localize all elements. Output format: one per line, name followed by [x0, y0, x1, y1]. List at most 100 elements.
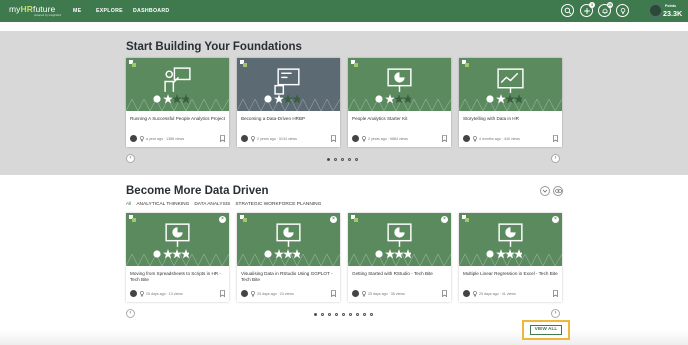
bookmark-icon[interactable]	[220, 290, 225, 297]
carousel-next-arrow[interactable]: ›	[551, 154, 560, 163]
carousel-dot[interactable]	[349, 313, 352, 316]
card-meta-text: 25 days ago · 36 views	[368, 292, 405, 296]
author-avatar	[130, 290, 137, 297]
card-title[interactable]: Moving from Spreadsheets to Scripts in H…	[130, 271, 225, 283]
card-meta: 25 days ago · 24 views	[241, 290, 336, 298]
card-meta-text: a year ago · 1386 views	[146, 137, 185, 141]
content-type-icon	[129, 215, 136, 222]
content-card[interactable]: × Getting Started with RStudio - Tech Bit…	[348, 213, 451, 302]
lightbulb-icon	[362, 136, 366, 142]
card-thumbnail: ×	[348, 213, 451, 266]
card-title[interactable]: Storytelling with Data in HR	[463, 116, 558, 122]
help-lightbulb-icon[interactable]	[616, 4, 629, 17]
carousel-dot[interactable]	[321, 313, 324, 316]
card-title[interactable]: Getting Started with RStudio - Tech Bite	[352, 271, 447, 277]
view-all-button[interactable]: VIEW ALL	[530, 325, 562, 335]
carousel2-prev-arrow[interactable]: ‹	[126, 309, 135, 318]
content-card[interactable]: × Visualising Data in RStudio Using GGPLO…	[237, 213, 340, 302]
content-type-icon	[351, 60, 358, 67]
bottom-shade	[0, 330, 688, 345]
lightbulb-icon	[251, 291, 255, 297]
nav-me[interactable]: ME	[73, 8, 81, 14]
bookmark-icon[interactable]	[331, 135, 336, 142]
card-title[interactable]: Multiple Linear Regression in Excel - Te…	[463, 271, 558, 277]
nav-dashboard[interactable]: DASHBOARD	[133, 8, 169, 14]
carousel-dots	[327, 158, 358, 161]
dismiss-icon[interactable]: ×	[330, 216, 337, 223]
bookmark-icon[interactable]	[442, 290, 447, 297]
logo[interactable]: myHRfuture powered by insight222	[9, 4, 61, 17]
bookmark-icon[interactable]	[220, 135, 225, 142]
carousel-dot[interactable]	[342, 313, 345, 316]
collapse-chevron-icon[interactable]	[540, 186, 550, 196]
eye-icon[interactable]	[553, 186, 563, 196]
author-avatar	[463, 290, 470, 297]
notification-bell-icon[interactable]: 20	[598, 2, 613, 17]
carousel-dot[interactable]	[334, 158, 337, 161]
card-title[interactable]: Running A Successful People Analytics Pr…	[130, 116, 225, 122]
card-meta-text: 2 years ago · 5134 views	[257, 137, 297, 141]
points-value: 23.3K	[663, 9, 683, 18]
filter-tabs: All ANALYTICAL THINKING DATA ANALYSIS ST…	[126, 202, 321, 207]
card-thumbnail: ×	[459, 213, 562, 266]
carousel-dot[interactable]	[355, 158, 358, 161]
card-meta: a year ago · 1386 views	[130, 135, 225, 143]
content-card[interactable]: × Moving from Spreadsheets to Scripts in …	[126, 213, 229, 302]
carousel-dot[interactable]	[348, 158, 351, 161]
carousel-prev-arrow[interactable]: ‹	[126, 154, 135, 163]
dismiss-icon[interactable]: ×	[552, 216, 559, 223]
author-avatar	[241, 290, 248, 297]
content-card[interactable]: × Multiple Linear Regression in Excel - T…	[459, 213, 562, 302]
bookmark-icon[interactable]	[553, 135, 558, 142]
dismiss-icon[interactable]: ×	[441, 216, 448, 223]
carousel-dot[interactable]	[327, 158, 330, 161]
content-type-icon	[351, 215, 358, 222]
card-title[interactable]: People Analytics Starter Kit	[352, 116, 447, 122]
carousel-dot[interactable]	[341, 158, 344, 161]
tab-data-analysis[interactable]: DATA ANALYSIS	[194, 202, 230, 207]
carousel-dot[interactable]	[314, 313, 317, 316]
content-card[interactable]: People Analytics Starter Kit 2 years ago …	[348, 58, 451, 147]
user-avatar[interactable]	[649, 4, 662, 17]
card-meta-text: 4 months ago · 440 views	[479, 137, 520, 141]
carousel2-dots	[314, 313, 373, 316]
carousel-dot[interactable]	[356, 313, 359, 316]
nav-explore[interactable]: EXPLORE	[96, 8, 123, 14]
section-title-data-driven: Become More Data Driven	[126, 185, 269, 197]
carousel2-next-arrow[interactable]: ›	[551, 309, 560, 318]
content-card[interactable]: Storytelling with Data in HR 4 months ago…	[459, 58, 562, 147]
card-thumbnail: ×	[126, 213, 229, 266]
dismiss-icon[interactable]: ×	[219, 216, 226, 223]
bookmark-icon[interactable]	[442, 135, 447, 142]
search-icon[interactable]	[561, 4, 574, 17]
content-type-icon	[462, 60, 469, 67]
carousel-dot[interactable]	[335, 313, 338, 316]
card-title[interactable]: Visualising Data in RStudio Using GGPLOT…	[241, 271, 336, 283]
author-avatar	[352, 135, 359, 142]
bookmark-icon[interactable]	[331, 290, 336, 297]
lightbulb-icon	[140, 136, 144, 142]
card-meta-text: 25 days ago · 13 views	[146, 292, 183, 296]
tab-analytical-thinking[interactable]: ANALYTICAL THINKING	[136, 202, 189, 207]
add-badge: 3	[589, 2, 595, 8]
card-meta: 25 days ago · 13 views	[130, 290, 225, 298]
card-meta: 25 days ago · 36 views	[352, 290, 447, 298]
card-thumbnail	[126, 58, 229, 111]
content-type-icon	[240, 215, 247, 222]
foundations-section	[0, 31, 688, 175]
bookmark-icon[interactable]	[553, 290, 558, 297]
tab-strategic-workforce-planning[interactable]: STRATEGIC WORKFORCE PLANNING	[235, 202, 321, 207]
content-card[interactable]: Becoming a Data-Driven HRBP 2 years ago ·…	[237, 58, 340, 147]
content-card[interactable]: Running A Successful People Analytics Pr…	[126, 58, 229, 147]
card-meta-text: 25 days ago · 24 views	[257, 292, 294, 296]
card-title[interactable]: Becoming a Data-Driven HRBP	[241, 116, 336, 122]
carousel-dot[interactable]	[363, 313, 366, 316]
card-meta-text: 25 days ago · 41 views	[479, 292, 516, 296]
content-type-icon	[129, 60, 136, 67]
top-navigation-bar: myHRfuture powered by insight222 ME EXPL…	[0, 0, 688, 22]
carousel-dot[interactable]	[370, 313, 373, 316]
logo-tagline: powered by insight222	[34, 14, 62, 17]
tab-all[interactable]: All	[126, 202, 131, 207]
carousel-dot[interactable]	[328, 313, 331, 316]
add-icon[interactable]: 3	[580, 2, 595, 17]
